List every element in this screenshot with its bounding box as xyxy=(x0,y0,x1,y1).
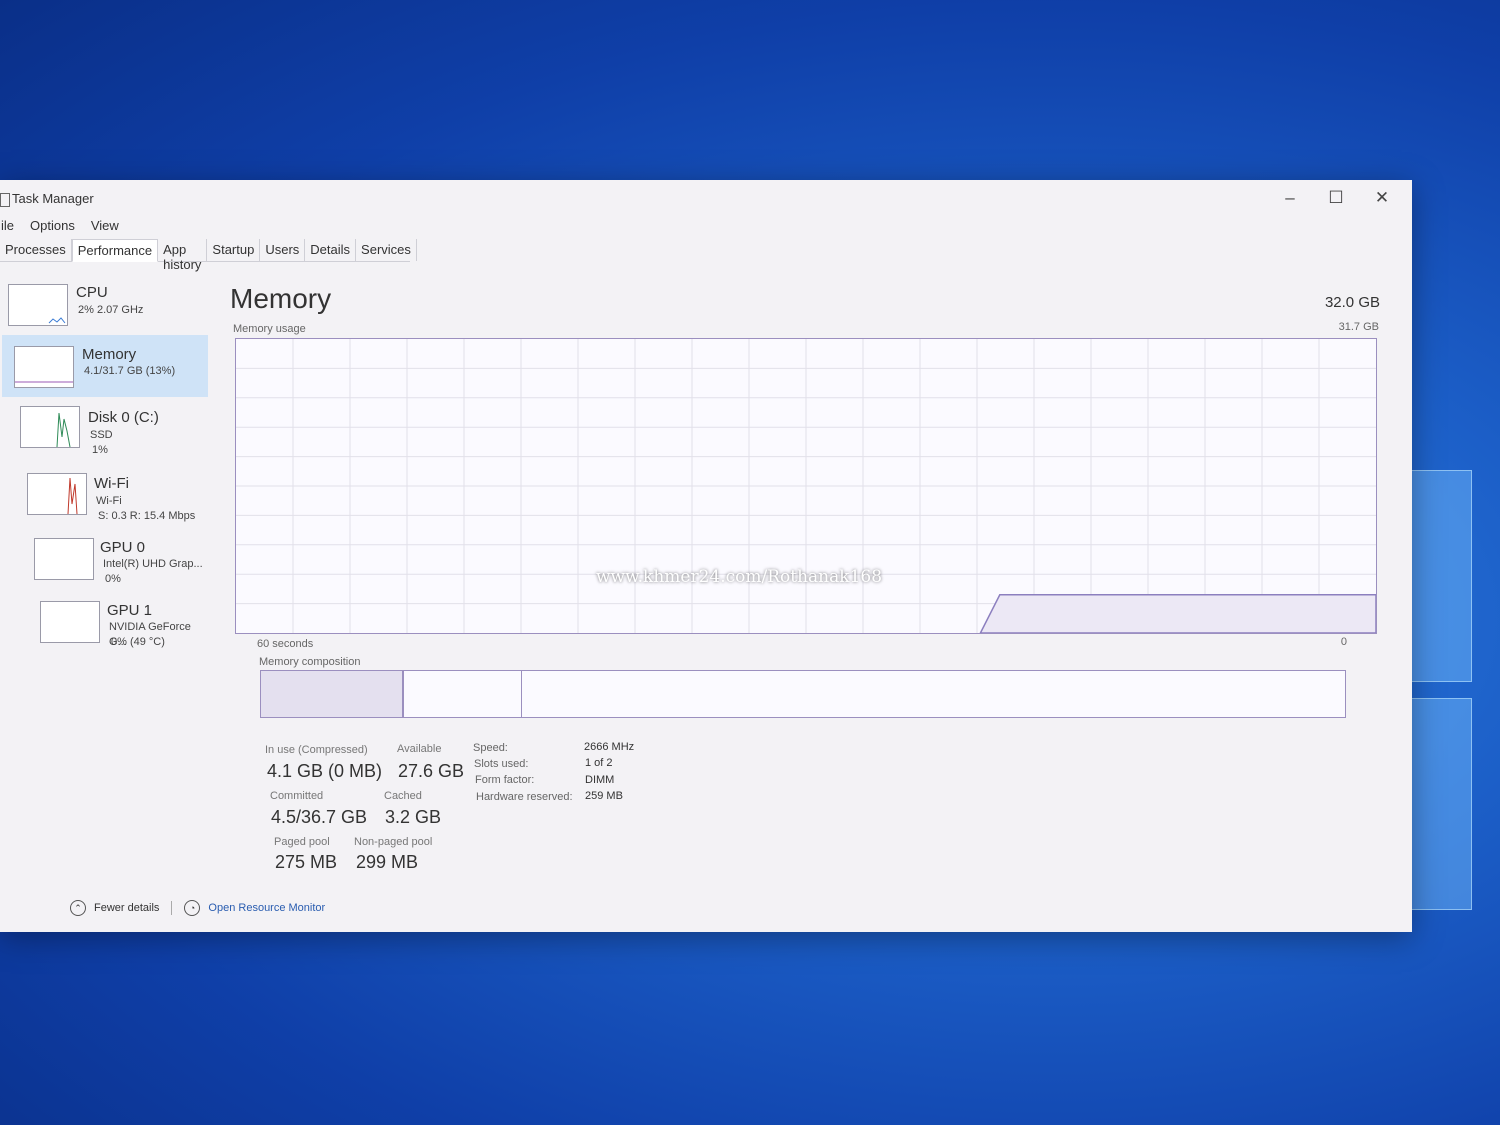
sidebar-item-disk[interactable]: Disk 0 (C:) SSD 1% xyxy=(0,398,210,460)
memory-usage-chart xyxy=(236,339,1376,633)
title-bar[interactable]: Task Manager – ☐ ✕ xyxy=(0,180,1412,214)
page-title: Memory xyxy=(230,283,332,314)
resource-monitor-icon[interactable]: ◔ xyxy=(184,900,201,916)
sidebar-item-label: CPU xyxy=(76,284,108,301)
sidebar-item-gpu0[interactable]: GPU 0 Intel(R) UHD Grap... 0% xyxy=(0,524,210,586)
close-button[interactable]: ✕ xyxy=(1368,186,1396,210)
sidebar-item-label: Disk 0 (C:) xyxy=(88,409,159,426)
sidebar-item-memory[interactable]: Memory 4.1/31.7 GB (13%) xyxy=(2,335,208,397)
cached-label: Cached xyxy=(384,790,422,802)
hardware-reserved-value: 259 MB xyxy=(585,790,623,802)
sidebar-item-label: GPU 0 xyxy=(100,539,146,556)
tab-performance[interactable]: Performance xyxy=(71,239,159,262)
available-value: 27.6 GB xyxy=(398,761,465,781)
task-manager-icon xyxy=(0,193,10,207)
fewer-details-link[interactable]: Fewer details xyxy=(94,902,159,914)
sidebar-item-detail: S: 0.3 R: 15.4 Mbps xyxy=(98,510,196,522)
wifi-thumbnail xyxy=(27,473,87,515)
sidebar-item-detail: 0% xyxy=(105,573,121,585)
menu-options[interactable]: Options xyxy=(29,218,76,238)
in-use-label: In use (Compressed) xyxy=(265,744,368,756)
tab-app-history[interactable]: App history xyxy=(158,239,208,272)
memory-usage-graph xyxy=(235,338,1377,634)
memory-usage-label: Memory usage xyxy=(233,323,306,335)
window-title: Task Manager xyxy=(12,191,94,206)
gpu1-thumbnail xyxy=(40,601,100,643)
available-label: Available xyxy=(397,743,442,755)
total-memory: 32.0 GB xyxy=(1324,294,1380,311)
slots-label: Slots used: xyxy=(474,758,529,770)
non-paged-pool-label: Non-paged pool xyxy=(354,836,433,848)
tab-users[interactable]: Users xyxy=(260,239,306,261)
sidebar-item-detail: 4.1/31.7 GB (13%) xyxy=(84,365,176,377)
footer: ⌃ Fewer details ◔ Open Resource Monitor xyxy=(70,900,325,916)
tab-processes[interactable]: Processes xyxy=(0,239,72,261)
in-use-segment[interactable] xyxy=(261,671,404,717)
memory-usage-area xyxy=(979,594,1376,633)
standby-segment[interactable] xyxy=(413,671,523,717)
maximize-button[interactable]: ☐ xyxy=(1322,186,1350,210)
disk-thumbnail xyxy=(20,406,80,448)
sidebar-item-detail: Intel(R) UHD Grap... xyxy=(103,558,203,570)
watermark: www.khmer24.com/Rothanak168 xyxy=(596,567,883,587)
tab-details[interactable]: Details xyxy=(305,239,357,261)
tab-services[interactable]: Services xyxy=(356,239,417,261)
menu-view[interactable]: View xyxy=(90,218,120,238)
paged-pool-label: Paged pool xyxy=(274,836,330,848)
committed-label: Committed xyxy=(270,790,324,802)
sidebar-item-detail: SSD xyxy=(90,429,113,441)
sidebar-item-detail: 0% (49 °C) xyxy=(111,636,165,648)
paged-pool-value: 275 MB xyxy=(275,852,338,872)
sidebar-item-detail: Wi-Fi xyxy=(96,495,122,507)
resource-sidebar: CPU 2% 2.07 GHz Memory 4.1/31.7 GB (13%)… xyxy=(0,272,210,650)
tab-startup[interactable]: Startup xyxy=(207,239,261,261)
sidebar-item-label: GPU 1 xyxy=(107,602,153,619)
cpu-thumbnail xyxy=(8,284,68,326)
time-axis-end: 0 xyxy=(1340,636,1347,648)
sidebar-item-gpu1[interactable]: GPU 1 NVIDIA GeForce G... 0% (49 °C) xyxy=(0,587,210,649)
sidebar-item-label: Memory xyxy=(82,346,137,363)
non-paged-pool-value: 299 MB xyxy=(356,852,419,872)
time-axis-start: 60 seconds xyxy=(257,638,314,650)
memory-usage-max: 31.7 GB xyxy=(1338,321,1379,333)
speed-label: Speed: xyxy=(473,742,508,754)
form-factor-value: DIMM xyxy=(585,774,615,786)
gpu0-thumbnail xyxy=(34,538,94,580)
footer-divider xyxy=(171,901,173,915)
sidebar-item-detail: 2% 2.07 GHz xyxy=(78,304,144,316)
committed-value: 4.5/36.7 GB xyxy=(271,807,368,827)
sidebar-item-label: Wi-Fi xyxy=(94,475,129,492)
slots-value: 1 of 2 xyxy=(585,757,613,769)
open-resource-monitor-link[interactable]: Open Resource Monitor xyxy=(208,902,325,914)
memory-composition-label: Memory composition xyxy=(259,656,361,668)
speed-value: 2666 MHz xyxy=(584,741,635,753)
minimize-button[interactable]: – xyxy=(1276,186,1304,210)
memory-composition-bar xyxy=(260,670,1346,718)
menu-bar: ile Options View xyxy=(0,218,120,238)
menu-file[interactable]: ile xyxy=(0,218,15,238)
sidebar-item-wifi[interactable]: Wi-Fi Wi-Fi S: 0.3 R: 15.4 Mbps xyxy=(0,461,210,523)
tab-bar: Processes Performance App history Startu… xyxy=(0,239,417,272)
sidebar-item-detail: 1% xyxy=(92,444,108,456)
chevron-up-icon[interactable]: ⌃ xyxy=(70,900,86,916)
form-factor-label: Form factor: xyxy=(475,774,535,786)
cached-value: 3.2 GB xyxy=(385,807,442,827)
in-use-value: 4.1 GB (0 MB) xyxy=(267,761,383,781)
hardware-reserved-label: Hardware reserved: xyxy=(476,791,573,803)
sidebar-item-cpu[interactable]: CPU 2% 2.07 GHz xyxy=(0,272,210,334)
memory-thumbnail xyxy=(14,346,74,388)
task-manager-window: Task Manager – ☐ ✕ ile Options View Proc… xyxy=(0,180,1412,932)
